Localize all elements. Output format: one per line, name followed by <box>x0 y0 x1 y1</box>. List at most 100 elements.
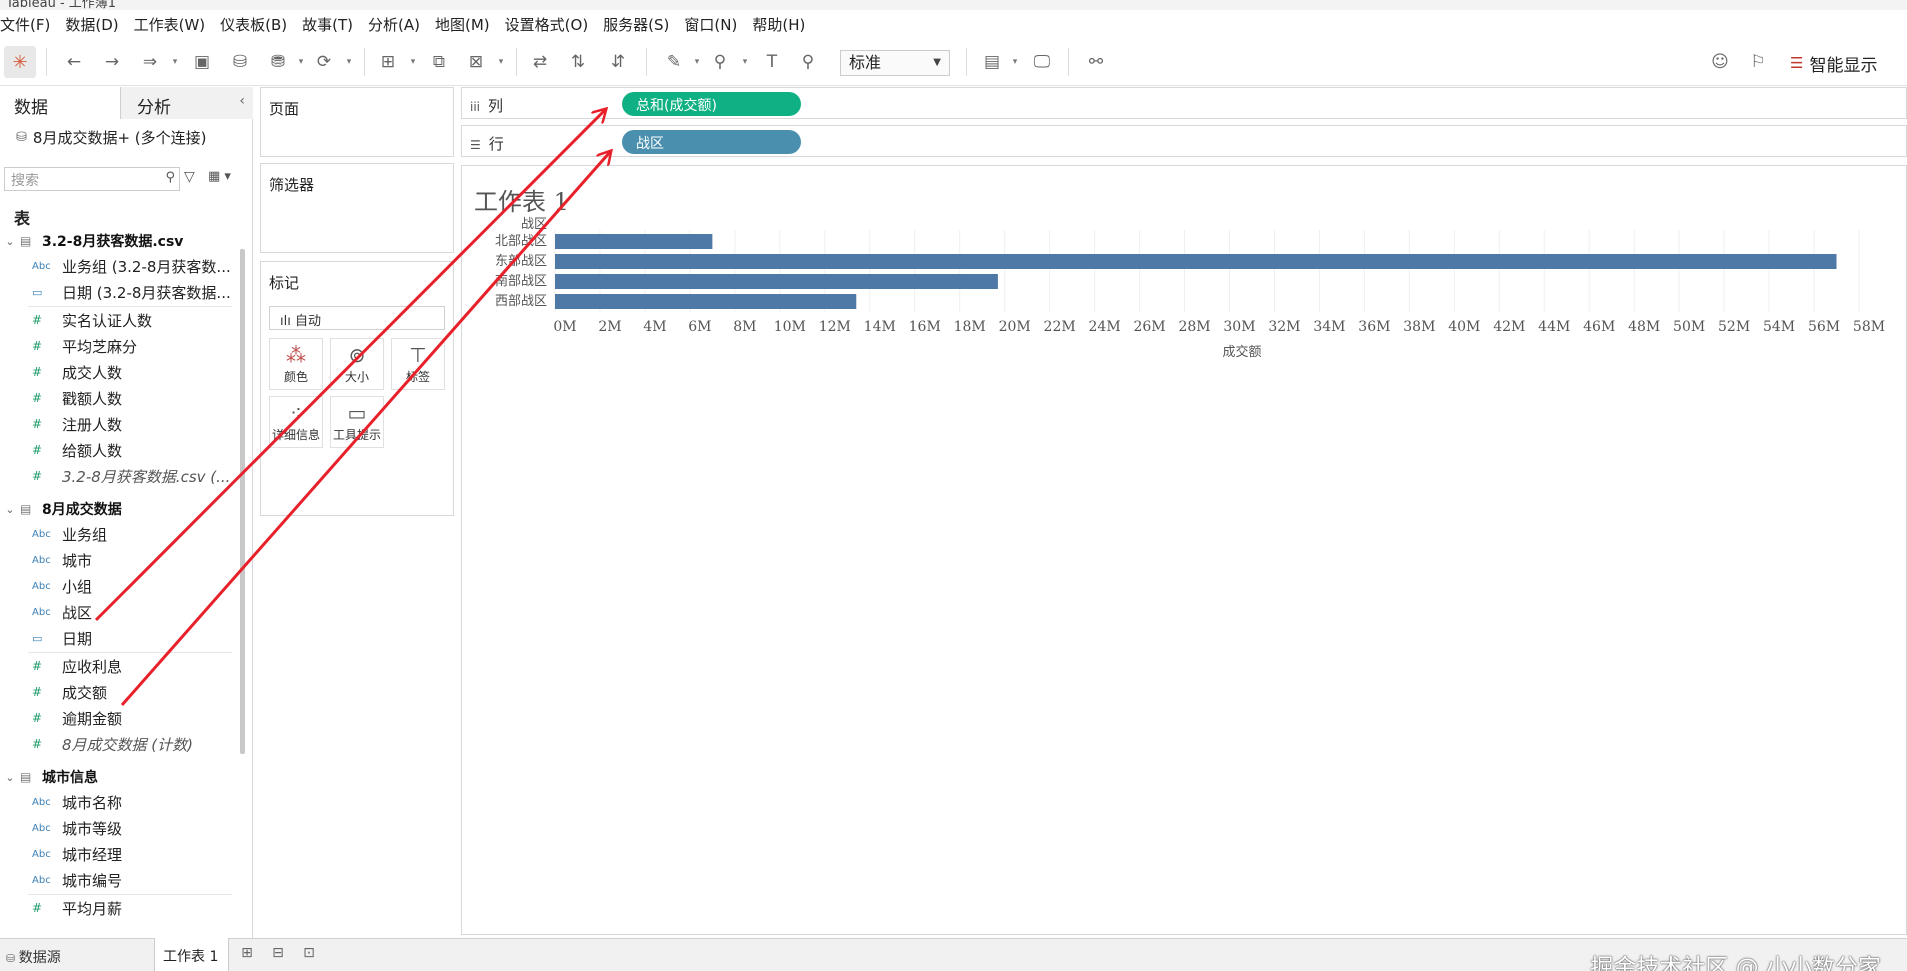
menu-item[interactable]: 服务器(S) <box>603 14 669 35</box>
field-item[interactable]: #3.2-8月获客数据.csv (... <box>0 463 232 489</box>
field-item[interactable]: Abc 战区 <box>0 599 232 625</box>
bar[interactable] <box>555 234 713 249</box>
save-icon[interactable]: ▣ <box>190 50 214 74</box>
replay-icon[interactable]: ⇒ <box>138 50 162 74</box>
ask-data-icon[interactable]: ☺ <box>1708 50 1732 74</box>
field-item[interactable]: # 平均芝麻分 <box>0 333 232 359</box>
field-item[interactable]: #8月成交数据 (计数) <box>0 731 232 757</box>
field-item[interactable]: # 逾期金额 <box>0 705 232 731</box>
bar[interactable] <box>555 274 998 289</box>
field-item[interactable]: # 实名认证人数 <box>0 307 232 333</box>
show-cards-icon[interactable]: ▤ <box>980 50 1004 74</box>
new-dashboard-tab-icon[interactable]: ⊟ <box>267 945 289 967</box>
field-item[interactable]: # 注册人数 <box>0 411 232 437</box>
color-button[interactable]: ⁂ 颜色 <box>269 338 323 390</box>
highlight-dropdown-icon[interactable]: ▾ <box>692 50 702 74</box>
tableau-logo-icon[interactable]: ✳ <box>4 46 36 78</box>
table-header[interactable]: ⌄ ▤ 8月成交数据 <box>0 497 121 521</box>
field-item[interactable]: Abc 城市经理 <box>0 841 232 867</box>
new-datasource-icon[interactable]: ⛁ <box>228 50 252 74</box>
clear-sheet-icon[interactable]: ⊠ <box>464 50 488 74</box>
duplicate-sheet-icon[interactable]: ⧉ <box>427 50 451 74</box>
menu-item[interactable]: 窗口(N) <box>684 14 737 35</box>
field-item[interactable]: # 应收利息 <box>0 653 232 679</box>
menu-item[interactable]: 工作表(W) <box>134 14 206 35</box>
pause-dropdown-icon[interactable]: ▾ <box>296 50 306 74</box>
filter-icon[interactable]: ▽ <box>184 169 195 185</box>
columns-shelf[interactable]: iii 列 总和(成交额) <box>461 87 1907 119</box>
group-dropdown-icon[interactable]: ▾ <box>740 50 750 74</box>
presentation-mode-icon[interactable]: 🖵 <box>1030 50 1054 74</box>
share-icon[interactable]: ⚯ <box>1084 50 1108 74</box>
field-item[interactable]: Abc 业务组 <box>0 521 232 547</box>
field-item[interactable]: Abc 业务组 (3.2-8月获客数... <box>0 253 232 279</box>
menu-item[interactable]: 地图(M) <box>435 14 490 35</box>
field-item[interactable]: # 平均月薪 <box>0 895 232 921</box>
menu-item[interactable]: 仪表板(B) <box>220 14 287 35</box>
menu-item[interactable]: 故事(T) <box>302 14 353 35</box>
table-header[interactable]: ⌄ ▤ 3.2-8月获客数据.csv <box>0 229 183 253</box>
field-item[interactable]: # 给额人数 <box>0 437 232 463</box>
table-header[interactable]: ⌄ ▤ 城市信息 <box>0 765 98 789</box>
columns-pill-sum-amount[interactable]: 总和(成交额) <box>622 92 801 116</box>
highlight-icon[interactable]: ✎ <box>662 50 686 74</box>
tab-analysis[interactable]: 分析 <box>121 87 253 119</box>
mark-type-select[interactable]: ılı 自动 <box>269 306 445 330</box>
bar[interactable] <box>555 254 1837 269</box>
field-item[interactable]: # 成交额 <box>0 679 232 705</box>
format-painter-icon[interactable]: ⚐ <box>1746 50 1770 74</box>
sheet-title[interactable]: 工作表 1 <box>474 182 569 217</box>
field-item[interactable]: # 戳额人数 <box>0 385 232 411</box>
show-me-button[interactable]: ☰ 智能显示 <box>1790 50 1877 76</box>
sheet-tab[interactable]: 工作表 1 <box>154 938 229 971</box>
menu-item[interactable]: 数据(D) <box>65 14 118 35</box>
field-item[interactable]: Abc 城市 <box>0 547 232 573</box>
filters-card[interactable]: 筛选器 <box>260 163 454 253</box>
tooltip-button[interactable]: ▭ 工具提示 <box>330 396 384 448</box>
new-worksheet-tab-icon[interactable]: ⊞ <box>236 945 258 967</box>
field-item[interactable]: ▭ 日期 (3.2-8月获客数据... <box>0 279 232 305</box>
clear-dropdown-icon[interactable]: ▾ <box>496 50 506 74</box>
fit-select[interactable]: 标准 ▼ <box>840 50 950 76</box>
bar[interactable] <box>555 294 857 309</box>
tab-data[interactable]: 数据 <box>0 87 121 119</box>
replay-dropdown-icon[interactable]: ▾ <box>170 50 180 74</box>
field-item[interactable]: ▭ 日期 <box>0 625 232 651</box>
pause-updates-icon[interactable]: ⛃ <box>266 50 290 74</box>
sort-descending-icon[interactable]: ⇵ <box>606 50 630 74</box>
collapse-pane-icon[interactable]: ‹ <box>239 93 245 109</box>
datasource-tab[interactable]: ⛁ 数据源 <box>0 939 61 971</box>
pane-scrollbar[interactable] <box>240 249 245 754</box>
new-worksheet-icon[interactable]: ⊞ <box>376 50 400 74</box>
refresh-icon[interactable]: ⟳ <box>312 50 336 74</box>
sort-ascending-icon[interactable]: ⇅ <box>566 50 590 74</box>
pages-card[interactable]: 页面 <box>260 87 454 157</box>
field-item[interactable]: Abc 城市编号 <box>0 867 232 893</box>
new-story-tab-icon[interactable]: ⊡ <box>298 945 320 967</box>
menu-item[interactable]: 帮助(H) <box>752 14 805 35</box>
detail-button[interactable]: ⁖ 详细信息 <box>269 396 323 448</box>
undo-icon[interactable]: ← <box>62 50 86 74</box>
swap-axes-icon[interactable]: ⇄ <box>528 50 552 74</box>
rows-shelf[interactable]: ☰ 行 战区 <box>461 125 1907 157</box>
cards-dropdown-icon[interactable]: ▾ <box>1010 50 1020 74</box>
fix-axes-icon[interactable]: ⚲ <box>796 50 820 74</box>
menu-item[interactable]: 文件(F) <box>0 14 50 35</box>
new-sheet-dropdown-icon[interactable]: ▾ <box>408 50 418 74</box>
label-button[interactable]: ⊤ 标签 <box>391 338 445 390</box>
view-options-icon[interactable]: ▦ ▾ <box>208 169 231 184</box>
field-item[interactable]: Abc 小组 <box>0 573 232 599</box>
search-input[interactable]: 搜索 ⚲ <box>4 167 180 191</box>
refresh-dropdown-icon[interactable]: ▾ <box>344 50 354 74</box>
show-labels-icon[interactable]: T <box>760 50 784 74</box>
field-item[interactable]: Abc 城市等级 <box>0 815 232 841</box>
menu-item[interactable]: 分析(A) <box>368 14 420 35</box>
field-item[interactable]: Abc 城市名称 <box>0 789 232 815</box>
menu-item[interactable]: 设置格式(O) <box>505 14 589 35</box>
group-members-icon[interactable]: ⚲ <box>708 50 732 74</box>
datasource-item[interactable]: ⛁ 8月成交数据+ (多个连接) <box>16 127 207 148</box>
redo-icon[interactable]: → <box>100 50 124 74</box>
field-item[interactable]: # 成交人数 <box>0 359 232 385</box>
rows-pill-war-zone[interactable]: 战区 <box>622 130 801 154</box>
size-button[interactable]: ⊚ 大小 <box>330 338 384 390</box>
